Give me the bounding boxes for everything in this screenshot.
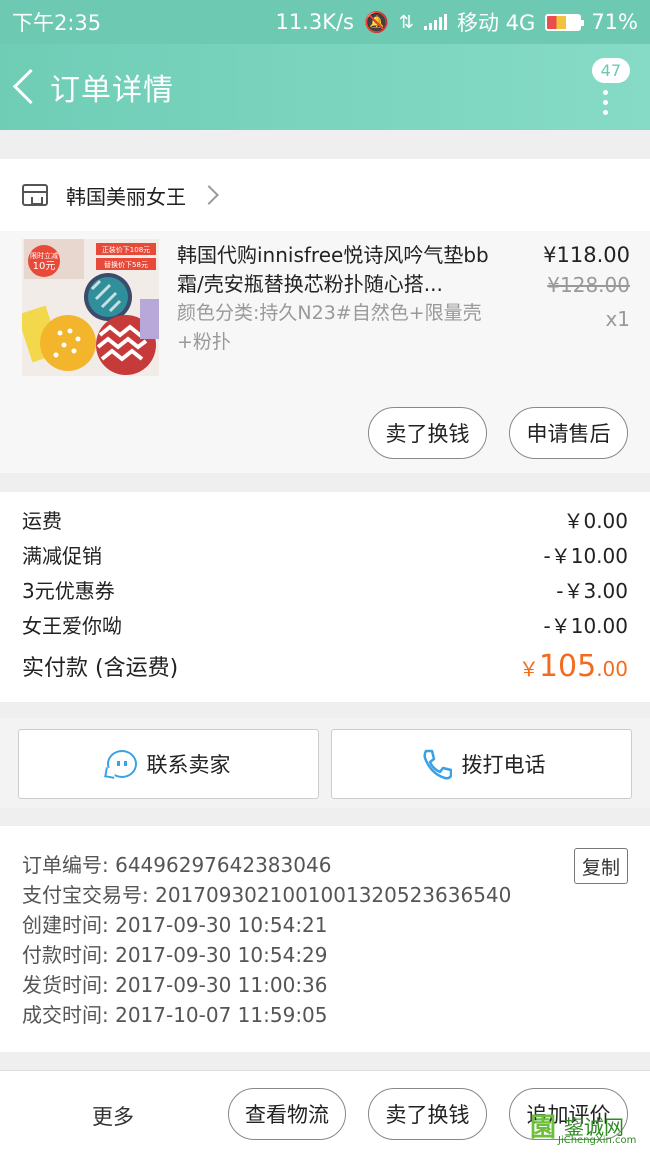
fee-summary: 运费 ￥0.00 满减促销 -￥10.00 3元优惠券 -￥3.00 女王爱你呦… (0, 492, 650, 702)
status-indicators: 11.3K/s 🔕 ⇅ 移动 4G 71% (275, 7, 638, 37)
alipay-number: 支付宝交易号: 2017093021001001320523636540 (22, 882, 512, 907)
product-quantity: x1 (605, 307, 630, 331)
status-bar: 下午2:35 11.3K/s 🔕 ⇅ 移动 4G 71% (0, 0, 650, 44)
svg-text:限时立减: 限时立减 (30, 251, 58, 260)
total-integer: 105 (538, 648, 597, 684)
resell-button-bottom[interactable]: 卖了换钱 (368, 1088, 487, 1140)
more-menu-button[interactable]: 47 (580, 58, 630, 118)
copy-button[interactable]: 复制 (574, 848, 628, 884)
fee-label: 运费 (22, 509, 62, 533)
total-label: 实付款 (含运费) (22, 656, 179, 681)
store-icon (22, 184, 48, 206)
product-card[interactable]: 限时立减 10元 正装价下108元 替换价下58元 韩国代购innisfree悦… (0, 231, 650, 473)
view-logistics-button[interactable]: 查看物流 (228, 1088, 346, 1140)
product-variant: 颜色分类:持久N23#自然色+限量壳+粉扑 (177, 302, 482, 353)
resell-button[interactable]: 卖了换钱 (368, 407, 487, 459)
svg-text:替换价下58元: 替换价下58元 (104, 260, 148, 269)
contact-seller-label: 联系卖家 (146, 753, 231, 777)
fee-value: -￥10.00 (543, 544, 628, 568)
product-price: ¥118.00 (543, 243, 630, 267)
total-currency: ￥ (518, 656, 539, 681)
chat-icon (106, 750, 137, 778)
battery-level: 71% (591, 10, 638, 34)
fee-row: 女王爱你呦 -￥10.00 (22, 607, 628, 642)
svg-text:正装价下108元: 正装价下108元 (102, 245, 150, 254)
status-time: 下午2:35 (12, 11, 102, 35)
paid-time: 付款时间: 2017-09-30 10:54:29 (22, 942, 328, 967)
shop-row[interactable]: 韩国美丽女王 (0, 159, 650, 231)
call-button[interactable]: 拨打电话 (331, 729, 632, 799)
signal-icon (424, 14, 447, 30)
network-speed: 11.3K/s (275, 10, 354, 34)
fee-value: ￥0.00 (563, 509, 628, 533)
fee-label: 3元优惠券 (22, 579, 115, 603)
fee-row: 3元优惠券 -￥3.00 (22, 572, 628, 607)
app-bar: 订单详情 47 (0, 44, 650, 130)
fee-value: -￥10.00 (543, 614, 628, 638)
fee-row: 满减促销 -￥10.00 (22, 537, 628, 572)
after-sale-button[interactable]: 申请售后 (509, 407, 628, 459)
shop-name: 韩国美丽女王 (66, 184, 186, 209)
bottom-action-bar: 更多 查看物流 卖了换钱 追加评价 園 鋆诚网 JiChengXin.com (0, 1070, 650, 1155)
page-title: 订单详情 (50, 73, 174, 108)
back-button[interactable] (10, 44, 50, 130)
watermark-logo: 園 鋆诚网 JiChengXin.com (528, 1105, 646, 1149)
fee-row: 运费 ￥0.00 (22, 502, 628, 537)
order-info: 订单编号: 64496297642383046 复制 支付宝交易号: 20170… (0, 826, 650, 1052)
battery-icon (545, 13, 585, 31)
created-time: 创建时间: 2017-09-30 10:54:21 (22, 912, 328, 937)
data-transfer-icon: ⇅ (398, 11, 414, 33)
more-link[interactable]: 更多 (92, 1101, 134, 1131)
watermark-url: JiChengXin.com (558, 1135, 637, 1146)
carrier-label: 移动 4G (457, 11, 536, 35)
product-name: 韩国代购innisfree悦诗风吟气垫bb霜/壳安瓶替换芯粉扑随心搭... (177, 243, 489, 296)
fee-value: -￥3.00 (556, 579, 628, 603)
call-label: 拨打电话 (461, 753, 546, 777)
more-dots-icon (603, 90, 608, 115)
message-count-badge: 47 (591, 58, 630, 83)
contact-seller-button[interactable]: 联系卖家 (18, 729, 319, 799)
product-original-price: ¥128.00 (547, 273, 630, 297)
total-decimal: .00 (596, 656, 628, 681)
chevron-right-icon (199, 185, 219, 205)
fee-label: 女王爱你呦 (22, 614, 122, 638)
watermark-icon: 園 (530, 1113, 557, 1143)
shipped-time: 发货时间: 2017-09-30 11:00:36 (22, 972, 328, 997)
completed-time: 成交时间: 2017-10-07 11:59:05 (22, 1002, 328, 1027)
product-image: 限时立减 10元 正装价下108元 替换价下58元 (22, 239, 159, 376)
total-row: 实付款 (含运费) ￥105.00 (22, 642, 628, 690)
phone-icon (422, 749, 452, 780)
order-number: 订单编号: 64496297642383046 (22, 852, 332, 877)
product-thumbnail: 限时立减 10元 正装价下108元 替换价下58元 (22, 239, 159, 376)
fee-label: 满减促销 (22, 544, 102, 568)
total-amount: ￥105.00 (519, 649, 628, 684)
contact-bar: 联系卖家 拨打电话 (0, 718, 650, 808)
mute-icon: 🔕 (364, 10, 389, 34)
svg-text:10元: 10元 (33, 261, 56, 272)
